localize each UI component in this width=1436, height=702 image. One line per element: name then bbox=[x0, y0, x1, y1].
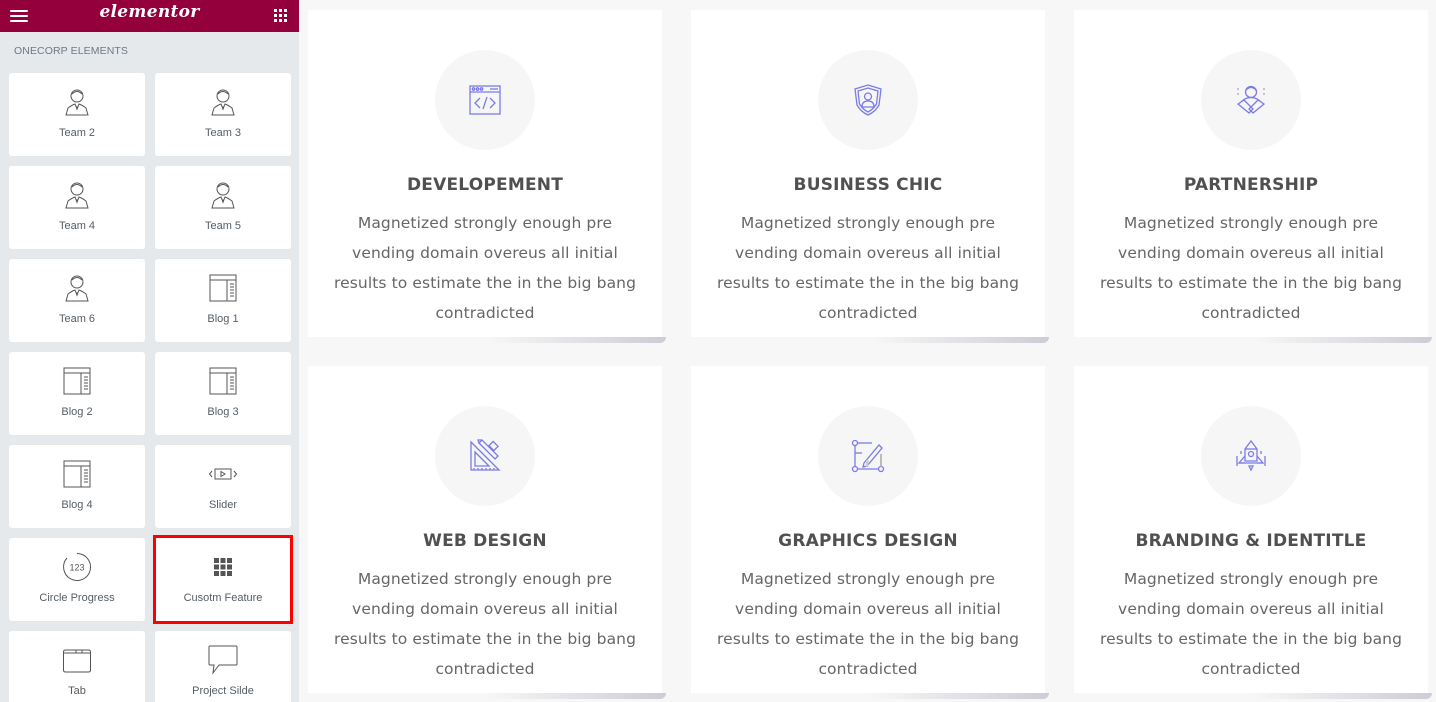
icon-circle bbox=[435, 406, 535, 506]
vector-edit-icon bbox=[851, 439, 885, 473]
element-label: Team 6 bbox=[58, 313, 96, 325]
element-label: Circle Progress bbox=[39, 592, 115, 604]
element-label: Team 5 bbox=[204, 220, 242, 232]
rocket-icon bbox=[1236, 439, 1266, 472]
element-label: Slider bbox=[208, 499, 238, 511]
element-tile-blog-2[interactable]: Blog 2 bbox=[9, 352, 145, 435]
icon-circle bbox=[818, 406, 918, 506]
blog-layout-icon bbox=[203, 364, 243, 398]
elementor-logo: elementor bbox=[99, 2, 200, 22]
element-label: Blog 1 bbox=[207, 313, 239, 325]
element-label: Team 2 bbox=[58, 127, 96, 139]
element-label: Team 3 bbox=[204, 127, 242, 139]
element-tile-team-3[interactable]: Team 3 bbox=[155, 73, 291, 156]
feature-title: PARTNERSHIP bbox=[1183, 175, 1319, 195]
feature-description: Magnetized strongly enough pre vending d… bbox=[716, 570, 1020, 678]
element-label: Team 4 bbox=[58, 220, 96, 232]
team-member-icon bbox=[203, 85, 243, 119]
feature-card-graphics-design[interactable]: GRAPHICS DESIGN Magnetized strongly enou… bbox=[691, 366, 1049, 699]
blog-layout-icon bbox=[203, 271, 243, 305]
feature-title: BRANDING & IDENTITLE bbox=[1135, 531, 1367, 551]
team-member-icon bbox=[203, 178, 243, 212]
speech-bubble-icon bbox=[203, 643, 243, 677]
feature-card-branding-identity[interactable]: BRANDING & IDENTITLE Magnetized strongly… bbox=[1074, 366, 1432, 699]
blog-layout-icon bbox=[57, 457, 97, 491]
page-canvas: DEVELOPEMENT Magnetized strongly enough … bbox=[299, 0, 1436, 702]
element-tile-circle-progress[interactable]: 123 Circle Progress bbox=[9, 538, 145, 621]
element-tile-team-4[interactable]: Team 4 bbox=[9, 166, 145, 249]
sidebar-header: elementor bbox=[0, 0, 299, 32]
section-title: ONECORP ELEMENTS bbox=[14, 45, 129, 57]
tab-icon bbox=[57, 643, 97, 677]
element-label: Project Silde bbox=[192, 685, 254, 697]
feature-description: Magnetized strongly enough pre vending d… bbox=[1099, 214, 1403, 322]
icon-circle bbox=[1201, 50, 1301, 150]
feature-title: DEVELOPEMENT bbox=[407, 175, 563, 195]
element-tile-blog-1[interactable]: Blog 1 bbox=[155, 259, 291, 342]
element-tile-team-2[interactable]: Team 2 bbox=[9, 73, 145, 156]
code-window-icon bbox=[469, 85, 501, 115]
element-tile-team-6[interactable]: Team 6 bbox=[9, 259, 145, 342]
widgets-grid-icon[interactable] bbox=[274, 9, 287, 22]
feature-description: Magnetized strongly enough pre vending d… bbox=[333, 570, 637, 678]
feature-title: BUSINESS CHIC bbox=[793, 175, 943, 195]
team-member-icon bbox=[57, 85, 97, 119]
icon-circle bbox=[1201, 406, 1301, 506]
blog-layout-icon bbox=[57, 364, 97, 398]
circle-progress-icon-text: 123 bbox=[69, 563, 84, 573]
element-tile-blog-3[interactable]: Blog 3 bbox=[155, 352, 291, 435]
elements-grid: Team 2 Team 3 Team 4 Team 5 Team 6 Blog … bbox=[9, 73, 293, 702]
shield-user-icon bbox=[854, 84, 882, 116]
element-tile-project-slide[interactable]: Project Silde bbox=[155, 631, 291, 702]
feature-card-business-chic[interactable]: BUSINESS CHIC Magnetized strongly enough… bbox=[691, 10, 1049, 343]
feature-card-partnership[interactable]: PARTNERSHIP Magnetized strongly enough p… bbox=[1074, 10, 1432, 343]
element-label: Cusotm Feature bbox=[183, 592, 263, 604]
slider-icon bbox=[203, 457, 243, 491]
ruler-pencil-icon bbox=[470, 439, 501, 471]
team-member-icon bbox=[57, 271, 97, 305]
feature-description: Magnetized strongly enough pre vending d… bbox=[716, 214, 1020, 322]
feature-title: GRAPHICS DESIGN bbox=[778, 531, 958, 551]
feature-title: WEB DESIGN bbox=[423, 531, 547, 551]
element-label: Blog 2 bbox=[61, 406, 93, 418]
icon-circle bbox=[435, 50, 535, 150]
feature-card-web-design[interactable]: WEB DESIGN Magnetized strongly enough pr… bbox=[308, 366, 666, 699]
element-tile-tab[interactable]: Tab bbox=[9, 631, 145, 702]
team-member-icon bbox=[57, 178, 97, 212]
element-label: Blog 3 bbox=[207, 406, 239, 418]
feature-description: Magnetized strongly enough pre vending d… bbox=[333, 214, 637, 322]
element-tile-custom-feature[interactable]: Cusotm Feature bbox=[153, 535, 293, 624]
element-label: Blog 4 bbox=[61, 499, 93, 511]
element-tile-slider[interactable]: Slider bbox=[155, 445, 291, 528]
element-tile-blog-4[interactable]: Blog 4 bbox=[9, 445, 145, 528]
feature-card-development[interactable]: DEVELOPEMENT Magnetized strongly enough … bbox=[308, 10, 666, 343]
circle-progress-icon: 123 bbox=[57, 550, 97, 584]
element-tile-team-5[interactable]: Team 5 bbox=[155, 166, 291, 249]
element-label: Tab bbox=[68, 685, 86, 697]
elementor-sidebar: elementor ONECORP ELEMENTS Team 2 Team 3… bbox=[0, 0, 299, 702]
grid-feature-icon bbox=[203, 550, 243, 584]
icon-circle bbox=[818, 50, 918, 150]
handshake-icon bbox=[1236, 85, 1266, 114]
feature-description: Magnetized strongly enough pre vending d… bbox=[1099, 570, 1403, 678]
